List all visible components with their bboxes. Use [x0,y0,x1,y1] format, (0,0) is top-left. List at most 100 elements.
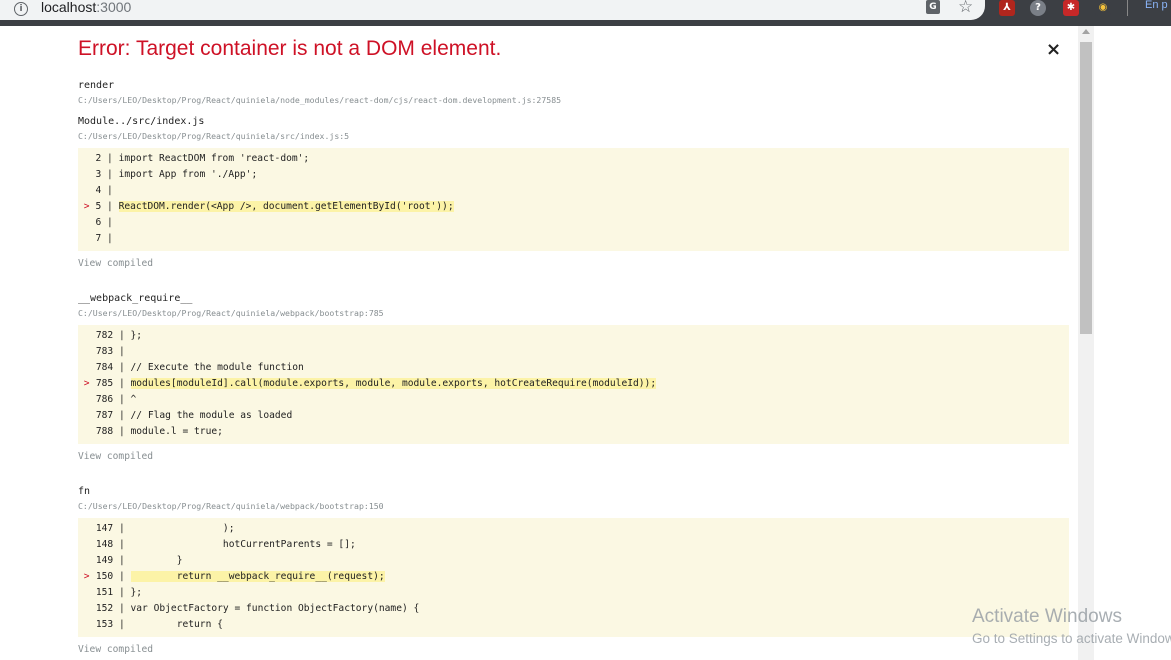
line-number: 147 [95,523,114,534]
line-marker-space [78,426,95,437]
activation-watermark: Activate Windows Go to Settings to activ… [972,606,1171,648]
code-line: 786 | ^ [78,392,1069,408]
frame-file-path: C:/Users/LEO/Desktop/Prog/React/quiniela… [78,95,562,105]
code-line: 148 | hotCurrentParents = []; [78,537,1069,553]
error-overlay: Error: Target container is not a DOM ele… [0,26,1094,660]
line-number: 787 [95,410,114,421]
frame-function-name: fn [78,486,91,497]
watermark-subtitle: Go to Settings to activate Windows. [972,631,1171,646]
error-line-marker-icon: > [78,201,96,212]
view-compiled-link[interactable]: View compiled [78,258,1069,270]
code-text: ^ [130,394,137,405]
stack-frame: fn C:/Users/LEO/Desktop/Prog/React/quinie… [78,485,1069,656]
code-line: 2 | import ReactDOM from 'react-dom'; [78,151,1069,167]
code-text: return __webpack_require__(request); [130,571,385,582]
info-icon[interactable]: i [14,2,28,16]
gutter-separator: | [101,201,119,212]
frame-file-path: C:/Users/LEO/Desktop/Prog/React/quiniela… [78,501,384,511]
code-line: 4 | [78,183,1069,199]
error-title: Error: Target container is not a DOM ele… [78,37,502,60]
code-text: import ReactDOM from 'react-dom'; [118,153,310,164]
gutter-separator: | [101,169,119,180]
translate-icon[interactable]: G [926,0,940,14]
browser-toolbar: i localhost:3000 G ☆ ⅄ ? ✱ ◉ En p [0,0,1171,26]
code-line: 784 | // Execute the module function [78,360,1069,376]
line-number: 788 [95,426,114,437]
code-snippet: 2 | import ReactDOM from 'react-dom'; 3 … [78,148,1069,251]
code-text: hotCurrentParents = []; [130,539,356,550]
frame-spacer [78,106,1069,115]
scroll-up-arrow-icon[interactable] [1082,29,1090,34]
gutter-separator: | [101,185,119,196]
code-line: 783 | [78,344,1069,360]
gutter-separator: | [113,394,131,405]
code-text: // Execute the module function [130,362,304,373]
line-number: 150 [95,571,114,582]
code-snippet: 147 | ); 148 | hotCurrentParents = []; 1… [78,518,1069,637]
code-line: 7 | [78,231,1069,247]
code-line: 149 | } [78,553,1069,569]
code-line: 787 | // Flag the module as loaded [78,408,1069,424]
view-compiled-link[interactable]: View compiled [78,644,1069,656]
gutter-separator: | [113,523,131,534]
code-text: // Flag the module as loaded [130,410,293,421]
gutter-separator: | [113,426,131,437]
frame-function-name: Module../src/index.js [78,116,205,127]
code-text: import App from './App'; [118,169,258,180]
url-host: localhost [41,0,97,15]
code-text: }; [130,587,143,598]
gutter-separator: | [113,619,131,630]
code-text: var ObjectFactory = function ObjectFacto… [130,603,420,614]
help-extension-icon[interactable]: ? [1030,0,1046,16]
code-line-highlighted: > 785 | modules[moduleId].call(module.ex… [78,376,1069,392]
stack-frame: render C:/Users/LEO/Desktop/Prog/React/qu… [78,79,1069,106]
owl-extension-icon[interactable]: ◉ [1095,0,1111,16]
stack-frame: Module../src/index.js C:/Users/LEO/Deskto… [78,115,1069,270]
line-number: 148 [95,539,114,550]
code-text: modules[moduleId].call(module.exports, m… [130,378,657,389]
gutter-separator: | [113,571,131,582]
gutter-separator: | [113,330,131,341]
line-marker-space [78,185,95,196]
red-extension-icon[interactable]: ✱ [1063,0,1079,16]
code-line: 788 | module.l = true; [78,424,1069,440]
watermark-title: Activate Windows [972,606,1122,627]
code-text: } [130,555,183,566]
line-marker-space [78,539,95,550]
pdf-extension-icon[interactable]: ⅄ [999,0,1015,16]
code-line: 153 | return { [78,617,1069,633]
view-compiled-link[interactable]: View compiled [78,451,1069,463]
frame-file-path: C:/Users/LEO/Desktop/Prog/React/quiniela… [78,308,384,318]
error-line-marker-icon: > [78,571,96,582]
language-indicator[interactable]: En p [1145,0,1168,11]
frame-spacer [78,270,1069,292]
code-line-highlighted: > 150 | return __webpack_require__(reque… [78,569,1069,585]
frame-function-name: __webpack_require__ [78,293,193,304]
page-scrollbar[interactable] [1078,26,1094,660]
gutter-separator: | [113,362,131,373]
gutter-separator: | [113,539,131,550]
line-marker-space [78,362,95,373]
code-line: 151 | }; [78,585,1069,601]
scroll-thumb[interactable] [1080,42,1092,334]
code-text: ); [130,523,235,534]
line-marker-space [78,346,95,357]
code-line: 3 | import App from './App'; [78,167,1069,183]
line-marker-space [78,555,95,566]
code-line: 147 | ); [78,521,1069,537]
line-number: 783 [95,346,114,357]
address-bar[interactable]: i localhost:3000 G ☆ [0,0,985,20]
code-text: ReactDOM.render(<App />, document.getEle… [118,201,454,212]
frame-file-path: C:/Users/LEO/Desktop/Prog/React/quiniela… [78,131,350,141]
url-text[interactable]: localhost:3000 [41,0,131,15]
gutter-separator: | [113,410,131,421]
frame-function-name: render [78,80,115,91]
line-marker-space [78,330,95,341]
code-snippet: 782 | }; 783 | 784 | // Execute the modu… [78,325,1069,444]
line-marker-space [78,394,95,405]
gutter-separator: | [113,603,131,614]
star-icon[interactable]: ☆ [958,0,973,17]
line-number: 151 [95,587,114,598]
code-line-highlighted: > 5 | ReactDOM.render(<App />, document.… [78,199,1069,215]
close-button[interactable]: × [1046,41,1061,59]
